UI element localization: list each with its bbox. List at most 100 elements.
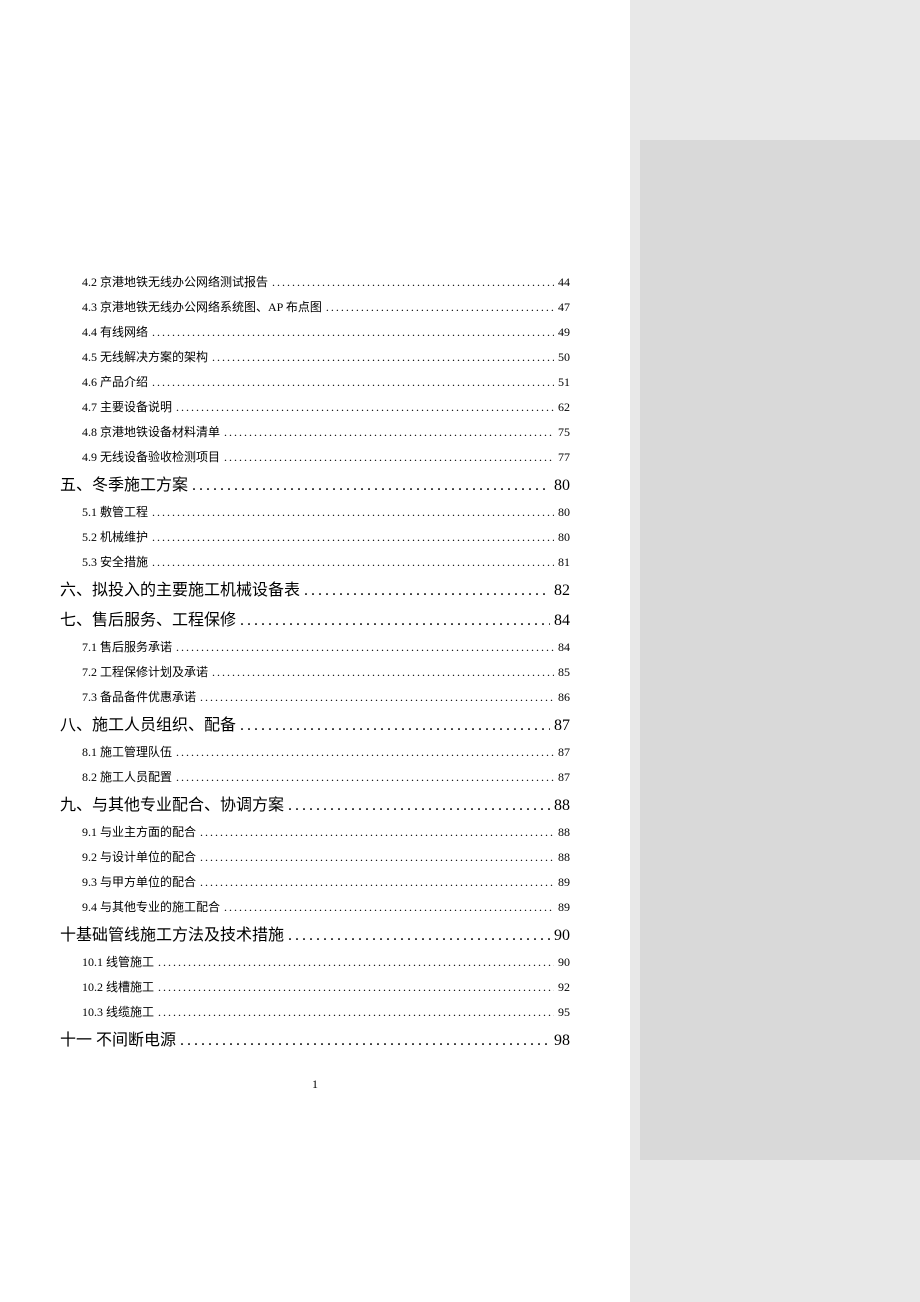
toc-entry-title: 7.1 售后服务承诺 — [82, 638, 172, 655]
toc-entry-title: 7.3 备品备件优惠承诺 — [82, 688, 196, 705]
toc-dot-leader: ........................................… — [176, 400, 554, 415]
toc-entry: 4.6 产品介绍................................… — [60, 373, 570, 390]
toc-dot-leader: ........................................… — [212, 350, 554, 365]
toc-dot-leader: ........................................… — [152, 325, 554, 340]
toc-entry: 六、拟投入的主要施工机械设备表.........................… — [60, 576, 570, 600]
toc-dot-leader: ........................................… — [240, 612, 550, 630]
toc-entry: 10.1 线管施工...............................… — [60, 953, 570, 970]
toc-entry: 9.4 与其他专业的施工配合..........................… — [60, 898, 570, 915]
toc-dot-leader: ........................................… — [212, 665, 554, 680]
toc-entry-title: 10.1 线管施工 — [82, 953, 154, 970]
toc-entry-title: 八、施工人员组织、配备 — [60, 711, 236, 735]
toc-entry-title: 7.2 工程保修计划及承诺 — [82, 663, 208, 680]
toc-entry-title: 5.2 机械维护 — [82, 528, 148, 545]
toc-entry-title: 4.7 主要设备说明 — [82, 398, 172, 415]
toc-entry: 5.1 敷管工程................................… — [60, 503, 570, 520]
toc-entry: 七、售后服务、工程保修.............................… — [60, 606, 570, 630]
toc-dot-leader: ........................................… — [200, 825, 554, 840]
toc-entry: 5.2 机械维护................................… — [60, 528, 570, 545]
toc-entry-title: 5.1 敷管工程 — [82, 503, 148, 520]
toc-entry: 5.3 安全措施................................… — [60, 553, 570, 570]
toc-dot-leader: ........................................… — [158, 955, 554, 970]
toc-dot-leader: ........................................… — [152, 555, 554, 570]
toc-entry-title: 8.2 施工人员配置 — [82, 768, 172, 785]
table-of-contents: 4.2 京港地铁无线办公网络测试报告......................… — [60, 273, 570, 1050]
toc-entry-title: 10.3 线缆施工 — [82, 1003, 154, 1020]
toc-entry-title: 8.1 施工管理队伍 — [82, 743, 172, 760]
toc-entry-title: 4.4 有线网络 — [82, 323, 148, 340]
toc-dot-leader: ........................................… — [200, 690, 554, 705]
right-background-strip — [640, 140, 920, 1160]
toc-entry: 8.1 施工管理队伍..............................… — [60, 743, 570, 760]
toc-entry-title: 9.2 与设计单位的配合 — [82, 848, 196, 865]
toc-entry: 7.1 售后服务承诺..............................… — [60, 638, 570, 655]
toc-dot-leader: ........................................… — [224, 425, 554, 440]
toc-entry-page: 95 — [558, 1005, 570, 1020]
toc-dot-leader: ........................................… — [326, 300, 554, 315]
page-number: 1 — [0, 1077, 630, 1092]
toc-entry-page: 80 — [558, 530, 570, 545]
toc-entry-title: 六、拟投入的主要施工机械设备表 — [60, 576, 300, 600]
toc-entry-title: 4.3 京港地铁无线办公网络系统图、AP 布点图 — [82, 298, 322, 315]
toc-entry: 4.9 无线设备验收检测项目..........................… — [60, 448, 570, 465]
toc-dot-leader: ........................................… — [152, 375, 554, 390]
toc-dot-leader: ........................................… — [176, 745, 554, 760]
toc-entry-page: 82 — [554, 582, 570, 600]
toc-dot-leader: ........................................… — [152, 530, 554, 545]
toc-entry-page: 87 — [558, 745, 570, 760]
toc-entry-page: 88 — [558, 850, 570, 865]
toc-dot-leader: ........................................… — [180, 1032, 550, 1050]
toc-entry-title: 十一 不间断电源 — [60, 1026, 176, 1050]
toc-entry-title: 9.3 与甲方单位的配合 — [82, 873, 196, 890]
toc-entry-page: 89 — [558, 900, 570, 915]
toc-entry-page: 85 — [558, 665, 570, 680]
toc-entry: 4.8 京港地铁设备材料清单..........................… — [60, 423, 570, 440]
toc-entry-page: 80 — [554, 477, 570, 495]
toc-entry-page: 80 — [558, 505, 570, 520]
toc-dot-leader: ........................................… — [288, 797, 550, 815]
toc-entry-page: 84 — [554, 612, 570, 630]
toc-dot-leader: ........................................… — [152, 505, 554, 520]
toc-entry: 8.2 施工人员配置..............................… — [60, 768, 570, 785]
toc-entry-page: 50 — [558, 350, 570, 365]
toc-entry-page: 90 — [554, 927, 570, 945]
toc-entry-page: 98 — [554, 1032, 570, 1050]
toc-entry-title: 十基础管线施工方法及技术措施 — [60, 921, 284, 945]
toc-dot-leader: ........................................… — [192, 477, 550, 495]
toc-entry-title: 五、冬季施工方案 — [60, 471, 188, 495]
toc-dot-leader: ........................................… — [224, 450, 554, 465]
toc-entry-page: 90 — [558, 955, 570, 970]
toc-entry: 九、与其他专业配合、协调方案..........................… — [60, 791, 570, 815]
toc-entry-title: 10.2 线槽施工 — [82, 978, 154, 995]
toc-entry-page: 47 — [558, 300, 570, 315]
toc-entry-page: 75 — [558, 425, 570, 440]
toc-dot-leader: ........................................… — [224, 900, 554, 915]
toc-entry: 4.3 京港地铁无线办公网络系统图、AP 布点图................… — [60, 298, 570, 315]
toc-entry-page: 81 — [558, 555, 570, 570]
toc-entry-title: 4.2 京港地铁无线办公网络测试报告 — [82, 273, 268, 290]
toc-entry-page: 92 — [558, 980, 570, 995]
toc-entry-title: 9.4 与其他专业的施工配合 — [82, 898, 220, 915]
toc-entry-page: 89 — [558, 875, 570, 890]
toc-entry-page: 77 — [558, 450, 570, 465]
toc-entry-page: 88 — [558, 825, 570, 840]
toc-entry: 9.2 与设计单位的配合............................… — [60, 848, 570, 865]
toc-entry-page: 84 — [558, 640, 570, 655]
toc-entry: 八、施工人员组织、配备.............................… — [60, 711, 570, 735]
toc-entry-page: 88 — [554, 797, 570, 815]
toc-entry-title: 4.9 无线设备验收检测项目 — [82, 448, 220, 465]
toc-entry-page: 51 — [558, 375, 570, 390]
toc-dot-leader: ........................................… — [200, 850, 554, 865]
toc-entry-title: 4.6 产品介绍 — [82, 373, 148, 390]
toc-entry-title: 七、售后服务、工程保修 — [60, 606, 236, 630]
toc-entry: 10.2 线槽施工...............................… — [60, 978, 570, 995]
toc-dot-leader: ........................................… — [158, 980, 554, 995]
toc-entry-title: 5.3 安全措施 — [82, 553, 148, 570]
toc-entry: 7.3 备品备件优惠承诺............................… — [60, 688, 570, 705]
toc-entry: 十一 不间断电源................................… — [60, 1026, 570, 1050]
toc-dot-leader: ........................................… — [158, 1005, 554, 1020]
toc-entry: 五、冬季施工方案................................… — [60, 471, 570, 495]
toc-entry: 十基础管线施工方法及技术措施..........................… — [60, 921, 570, 945]
toc-entry-page: 87 — [554, 717, 570, 735]
toc-entry: 9.3 与甲方单位的配合............................… — [60, 873, 570, 890]
